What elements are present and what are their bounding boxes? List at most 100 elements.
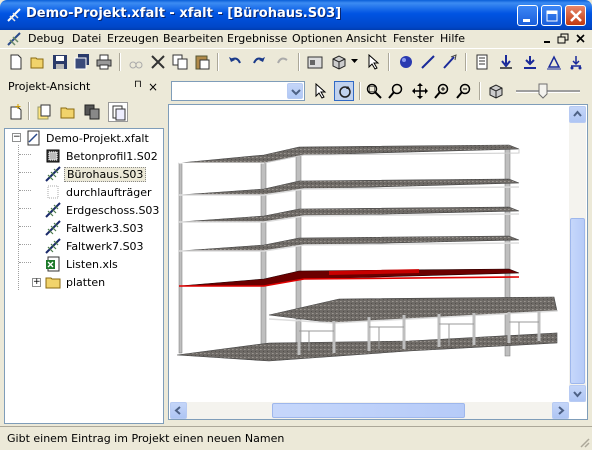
3d-view-icon: [332, 55, 346, 70]
tree-item-label: Faltwerk7.S03: [66, 239, 144, 253]
panel-close-button[interactable]: ×: [148, 80, 158, 94]
cut-disabled-icon: [129, 61, 143, 69]
print-button[interactable]: [94, 52, 114, 72]
vertical-scrollbar[interactable]: [569, 106, 586, 402]
render-button[interactable]: [486, 81, 506, 101]
mdi-restore-icon[interactable]: [557, 33, 571, 45]
select-tool-button[interactable]: [310, 81, 330, 101]
menu-datei[interactable]: Datei: [72, 32, 101, 46]
cut-button[interactable]: [126, 52, 146, 72]
node-alt-button[interactable]: [566, 52, 586, 72]
maximize-button[interactable]: [541, 5, 562, 26]
support-button[interactable]: [520, 52, 540, 72]
menu-fenster[interactable]: Fenster: [393, 32, 434, 46]
zoom-window-button[interactable]: [364, 81, 384, 101]
open-button[interactable]: [28, 52, 48, 72]
save-button[interactable]: [50, 52, 70, 72]
zoom-in-button[interactable]: [432, 81, 452, 101]
list-button[interactable]: [472, 52, 492, 72]
menu-ansicht[interactable]: Ansicht: [346, 32, 387, 46]
dropdown-arrow-icon[interactable]: [351, 59, 358, 64]
undo-button[interactable]: [225, 52, 245, 72]
building-model[interactable]: [169, 105, 569, 401]
line-button[interactable]: [418, 52, 438, 72]
tree-item-erdgeschoss[interactable]: Erdgeschoss.S03: [45, 202, 161, 218]
scroll-left-button[interactable]: [170, 402, 187, 419]
resize-grip-icon[interactable]: [578, 436, 590, 448]
delete-button[interactable]: [148, 52, 168, 72]
structure-icon: [45, 202, 61, 218]
tree-expander-collapse[interactable]: −: [12, 133, 21, 142]
scroll-right-button[interactable]: [552, 402, 569, 419]
copy-button[interactable]: [170, 52, 190, 72]
tree-line: [19, 154, 31, 155]
sphere-icon: [400, 56, 412, 68]
view-select-dropdown[interactable]: [287, 83, 303, 99]
new-item-button[interactable]: [6, 102, 26, 122]
close-button[interactable]: [565, 5, 586, 26]
model-viewport[interactable]: [168, 104, 588, 420]
save-all-button[interactable]: [72, 52, 92, 72]
pointer-button[interactable]: [363, 52, 383, 72]
menu-hilfe[interactable]: Hilfe: [440, 32, 465, 46]
properties-button[interactable]: [305, 52, 325, 72]
load-icon: [500, 55, 512, 69]
zoom-button[interactable]: [386, 81, 406, 101]
new-button[interactable]: [6, 52, 26, 72]
tree-item-durchlauftraeger[interactable]: durchlaufträger: [45, 184, 154, 200]
zoom-slider-thumb[interactable]: [538, 83, 548, 99]
save-all-icon: [74, 54, 89, 70]
menu-bearbeiten[interactable]: Bearbeiten: [163, 32, 223, 46]
tree-item-listen[interactable]: Listen.xls: [45, 256, 120, 272]
tree-item-faltwerk7[interactable]: Faltwerk7.S03: [45, 238, 146, 254]
horizontal-scrollbar[interactable]: [170, 402, 569, 419]
tree-item-label: Faltwerk3.S03: [66, 221, 144, 235]
tree-item-project[interactable]: Demo-Projekt.xfalt: [25, 130, 151, 146]
rename-button[interactable]: [108, 102, 128, 122]
menu-erzeugen[interactable]: Erzeugen: [107, 32, 159, 46]
chevron-right-icon: [558, 406, 565, 415]
pin-icon[interactable]: ⊓: [134, 79, 142, 90]
view-select[interactable]: [171, 81, 305, 101]
copy-item-button[interactable]: [82, 102, 102, 122]
excel-icon: [46, 256, 60, 272]
document-icon[interactable]: [6, 31, 22, 47]
tree-expander-expand[interactable]: +: [32, 278, 41, 287]
tree-line: [19, 190, 31, 191]
menu-optionen[interactable]: Optionen: [292, 32, 342, 46]
pan-button[interactable]: [410, 81, 430, 101]
node-button[interactable]: [544, 52, 564, 72]
rotate-icon: [339, 86, 351, 98]
scroll-down-button[interactable]: [569, 385, 586, 402]
menu-ergebnisse[interactable]: Ergebnisse: [227, 32, 287, 46]
tree-item-platten[interactable]: platten: [45, 274, 107, 290]
tree-item-buerohaus[interactable]: Bürohaus.S03: [45, 166, 147, 182]
redo-disabled-button[interactable]: [273, 52, 293, 72]
tree-item-betonprofil[interactable]: Betonprofil1.S02: [45, 148, 160, 164]
horizontal-scroll-thumb[interactable]: [272, 403, 465, 418]
profile-icon: [46, 149, 60, 163]
paste-button[interactable]: [192, 52, 212, 72]
tree-item-faltwerk3[interactable]: Faltwerk3.S03: [45, 220, 146, 236]
minimize-button[interactable]: [517, 5, 538, 26]
redo-button[interactable]: [249, 52, 269, 72]
zoom-window-icon: [366, 83, 382, 99]
dimension-button[interactable]: [440, 52, 460, 72]
zoom-out-button[interactable]: [454, 81, 474, 101]
vertical-scroll-thumb[interactable]: [570, 218, 585, 384]
sphere-button[interactable]: [396, 52, 416, 72]
line-icon: [421, 55, 435, 69]
rotate-tool-button[interactable]: [334, 81, 354, 101]
pointer-icon: [368, 54, 380, 70]
mdi-close-icon[interactable]: [574, 33, 588, 45]
new-doc-button[interactable]: [34, 102, 54, 122]
zoom-slider-track[interactable]: [516, 90, 580, 93]
redo-disabled-icon: [277, 57, 288, 64]
window-title: Demo-Projekt.xfalt - xfalt - [Bürohaus.S…: [26, 6, 342, 21]
new-folder-button[interactable]: [58, 102, 78, 122]
load-button[interactable]: [496, 52, 516, 72]
scroll-up-button[interactable]: [569, 106, 586, 123]
mdi-minimize-icon[interactable]: [541, 33, 555, 45]
3d-view-button[interactable]: [329, 52, 349, 72]
menu-debug[interactable]: Debug: [28, 32, 64, 46]
